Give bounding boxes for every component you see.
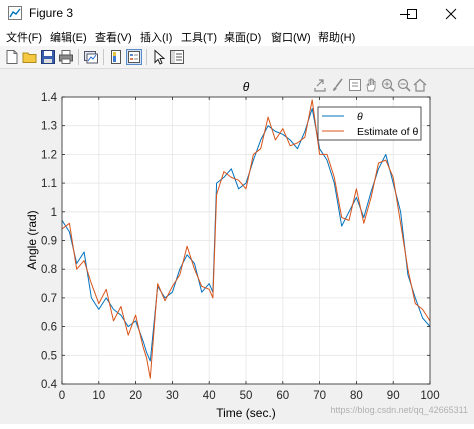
print-icon[interactable]: [58, 49, 74, 65]
x-tick-label: 20: [129, 390, 142, 402]
y-tick-label: 0.4: [41, 379, 58, 391]
x-tick-label: 0: [59, 390, 65, 402]
watermark: https://blog.csdn.net/qq_42665311: [331, 405, 468, 415]
menu-window[interactable]: 窗口(W): [271, 29, 311, 45]
x-tick-label: 100: [420, 390, 439, 402]
menu-help[interactable]: 帮助(H): [318, 29, 355, 45]
x-tick-label: 60: [276, 390, 289, 402]
menu-edit[interactable]: 编辑(E): [50, 29, 87, 45]
y-tick-label: 1.1: [41, 178, 57, 190]
menu-tools[interactable]: 工具(T): [181, 29, 217, 45]
save-icon[interactable]: [40, 49, 56, 65]
axes-toolbar: [314, 78, 427, 92]
edit-plot-icon[interactable]: [151, 49, 167, 65]
y-tick-label: 0.9: [41, 236, 57, 248]
property-inspector-icon[interactable]: [169, 49, 185, 65]
x-tick-label: 70: [313, 390, 326, 402]
y-tick-label: 1.2: [41, 149, 57, 161]
window-title: Figure 3: [29, 6, 74, 20]
x-tick-label: 80: [350, 390, 363, 402]
y-tick-label: 0.7: [41, 293, 57, 305]
toolbar-separator: [103, 49, 104, 65]
menu-view[interactable]: 查看(V): [95, 29, 132, 45]
new-figure-icon[interactable]: [4, 49, 20, 65]
menu-desktop[interactable]: 桌面(D): [224, 29, 261, 45]
x-tick-label: 50: [240, 390, 253, 402]
matlab-figure-icon: [8, 6, 22, 20]
y-tick-label: 0.5: [41, 350, 57, 362]
figure-window: Figure 3 文件(F) 编辑(E) 查看(V) 插入(I) 工具(T) 桌…: [0, 0, 474, 424]
figure-canvas: 0 10 20 30 40 50 60 70 80 90 100 0.4 0.5 0.6 0.7 0.8 0.…: [0, 69, 474, 424]
brush-icon[interactable]: [333, 78, 343, 91]
plot-area: 0 10 20 30 40 50 60 70 80 90 100 0.40.50.60.70.80.…: [25, 78, 468, 420]
y-tick-label: 1: [51, 207, 57, 219]
insert-legend-icon[interactable]: [126, 49, 142, 65]
close-button[interactable]: [428, 0, 474, 27]
menu-file[interactable]: 文件(F): [6, 29, 42, 45]
x-tick-labels: 0 10 20 30 40 50 60 70 80 90 100: [59, 390, 440, 402]
title-bar[interactable]: Figure 3: [0, 0, 474, 27]
y-tick-label: 0.8: [41, 264, 57, 276]
y-tick-label: 1.3: [41, 121, 57, 133]
menu-bar: 文件(F) 编辑(E) 查看(V) 插入(I) 工具(T) 桌面(D) 窗口(W…: [0, 27, 474, 46]
x-axis-label: Time (sec.): [216, 406, 276, 420]
legend-label-estimate: Estimate of θ: [357, 126, 418, 138]
home-icon[interactable]: [413, 78, 427, 92]
maximize-icon: [407, 8, 417, 19]
zoom-out-icon[interactable]: [397, 78, 411, 92]
datatip-icon[interactable]: [349, 79, 361, 91]
legend[interactable]: θ Estimate of θ: [317, 106, 422, 141]
link-plot-icon[interactable]: [83, 49, 99, 65]
zoom-in-icon[interactable]: [381, 78, 395, 92]
figure-toolbar: [0, 46, 474, 69]
x-tick-label: 40: [203, 390, 216, 402]
y-tick-labels: 0.4 0.5 0.6 0.7 0.8 0.9 1 1.1 1.2 1.3 1.4: [41, 92, 58, 391]
pan-icon[interactable]: [366, 78, 376, 92]
insert-colorbar-icon[interactable]: [108, 49, 124, 65]
y-tick-label: 0.6: [41, 322, 57, 334]
close-icon: [445, 8, 457, 19]
open-file-icon[interactable]: [22, 49, 38, 65]
toolbar-separator: [78, 49, 79, 65]
x-tick-label: 10: [92, 390, 105, 402]
menu-insert[interactable]: 插入(I): [140, 29, 172, 45]
chart-title: θ: [243, 80, 250, 94]
legend-label-theta: θ: [357, 111, 363, 123]
y-tick-label: 1.4: [41, 92, 58, 104]
x-tick-label: 90: [387, 390, 400, 402]
toolbar-separator: [146, 49, 147, 65]
x-tick-label: 30: [166, 390, 179, 402]
export-icon[interactable]: [314, 79, 326, 92]
y-axis-label: Angle (rad): [25, 210, 39, 269]
